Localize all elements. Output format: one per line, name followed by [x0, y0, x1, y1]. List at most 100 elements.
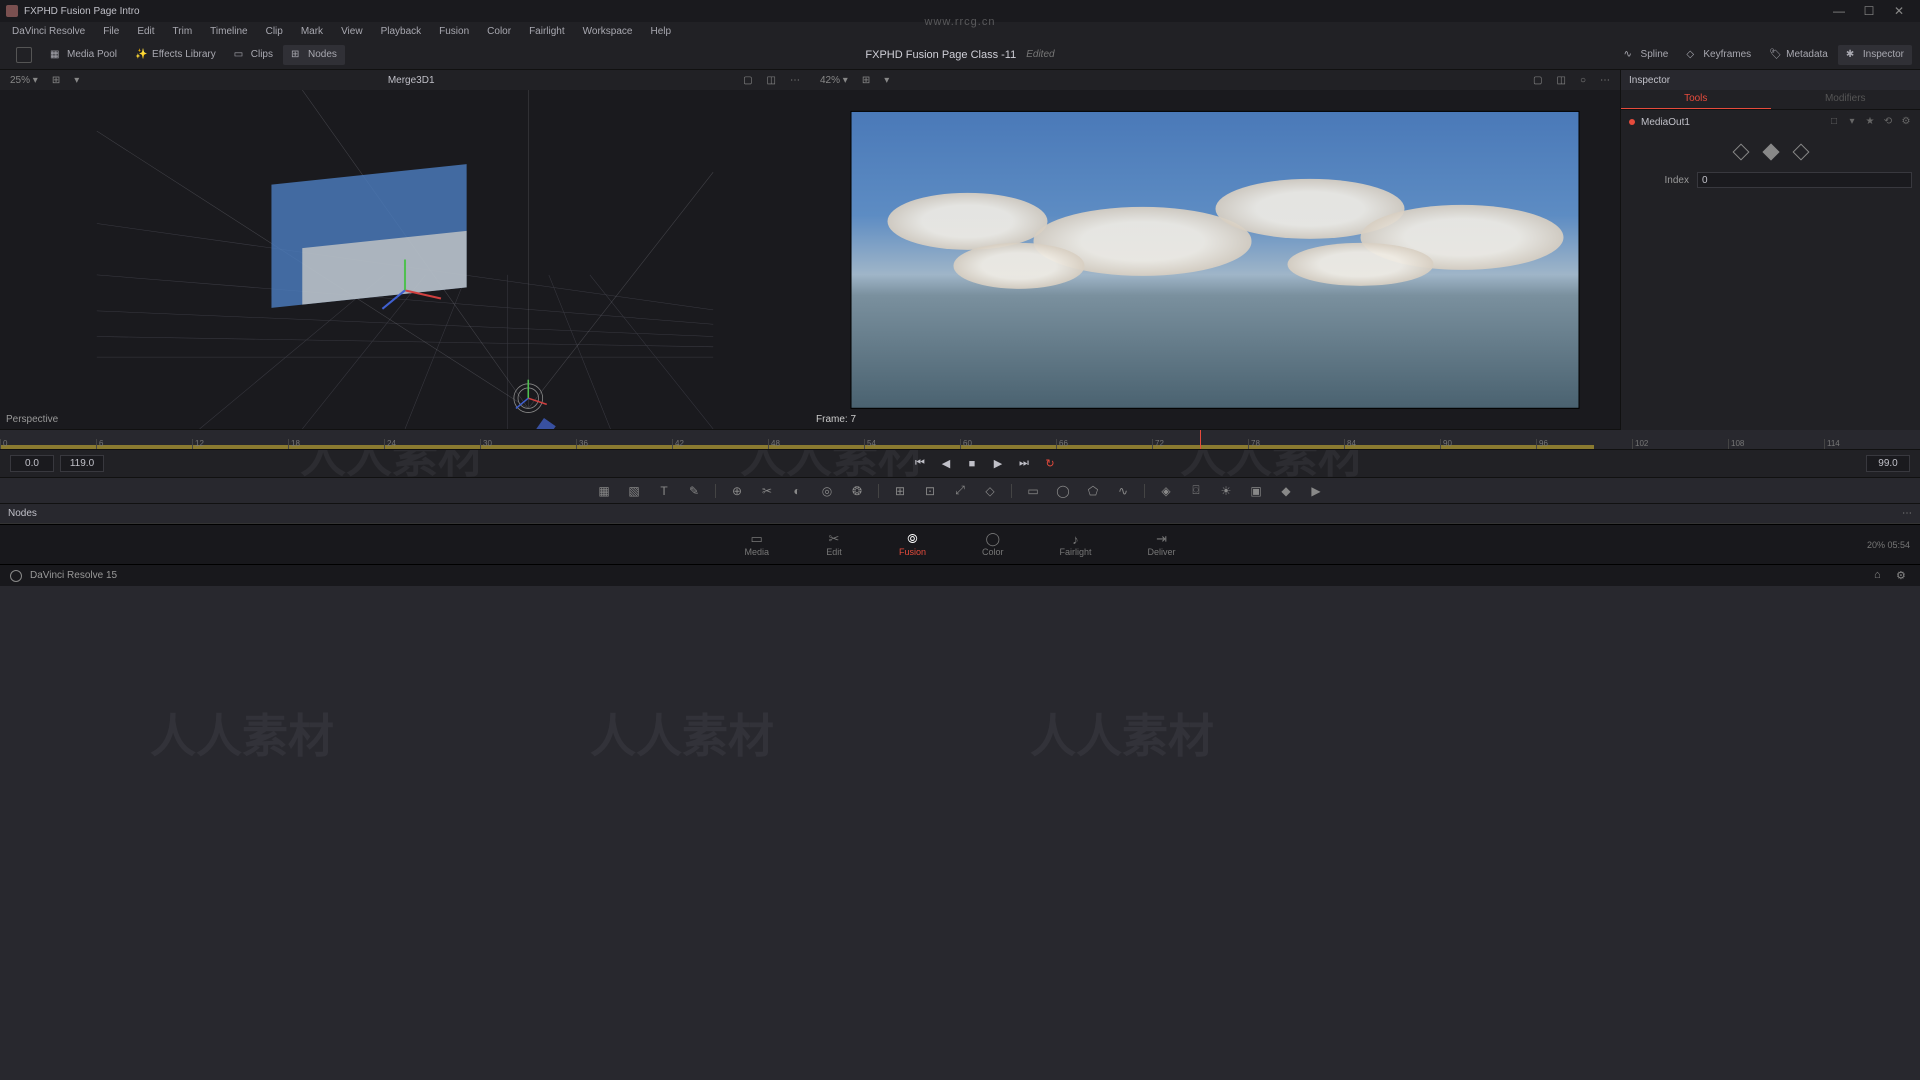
viewer-split-icon[interactable]: ◫ — [763, 75, 780, 86]
viewer-fit-icon[interactable]: ⊞ — [48, 75, 64, 86]
page-tab-deliver[interactable]: ⇥Deliver — [1140, 530, 1184, 559]
inspector-tab-tools[interactable]: Tools — [1621, 90, 1771, 109]
tool-image3d-icon[interactable]: ▣ — [1247, 482, 1265, 500]
viewer-right-body[interactable]: Frame: 7 — [810, 90, 1620, 429]
tool-3d-icon[interactable]: ◈ — [1157, 482, 1175, 500]
inspector-tabs: Tools Modifiers — [1621, 90, 1920, 110]
viewer-fit-icon[interactable]: ⊞ — [858, 75, 874, 86]
menu-trim[interactable]: Trim — [165, 26, 201, 37]
viewer-menu-icon[interactable]: ⋯ — [1596, 75, 1614, 86]
tool-camera-icon[interactable]: ⌼ — [1187, 482, 1205, 500]
viewer-menu-icon[interactable]: ⋯ — [786, 75, 804, 86]
inspector-reset-icon[interactable]: ⟲ — [1882, 116, 1894, 128]
inspector-node-header[interactable]: MediaOut1 □ ▾ ★ ⟲ ⚙ — [1621, 110, 1920, 134]
page-tab-edit[interactable]: ✂Edit — [817, 530, 851, 559]
viewer-snapshot-icon[interactable]: ▢ — [739, 75, 756, 86]
tool-rect-icon[interactable]: ▭ — [1024, 482, 1042, 500]
clips-button[interactable]: ▭Clips — [226, 45, 281, 65]
effects-button[interactable]: ✨Effects Library — [127, 45, 224, 65]
menu-edit[interactable]: Edit — [129, 26, 162, 37]
node-enable-dot-icon[interactable] — [1629, 119, 1635, 125]
page-tab-media[interactable]: ▭Media — [736, 530, 777, 559]
transport-play-icon[interactable]: ▶ — [990, 456, 1006, 472]
transport-stop-icon[interactable]: ■ — [964, 456, 980, 472]
tool-color-icon[interactable]: ◎ — [818, 482, 836, 500]
tool-bspline-icon[interactable]: ∿ — [1114, 482, 1132, 500]
tool-text-icon[interactable]: T — [655, 482, 673, 500]
viewer-left-body[interactable]: Perspective — [0, 90, 810, 429]
mediapool-button[interactable]: ▦Media Pool — [42, 45, 125, 65]
inspector-pin-icon[interactable]: ★ — [1864, 116, 1876, 128]
tool-ellipse-icon[interactable]: ◯ — [1054, 482, 1072, 500]
range-in-field[interactable] — [10, 455, 54, 472]
tool-crop-icon[interactable]: ◇ — [981, 482, 999, 500]
viewer-option-icon[interactable]: ▾ — [880, 75, 893, 86]
tool-resize-icon[interactable]: ⤢ — [951, 482, 969, 500]
nodegraph-options-icon[interactable]: ⋯ — [1902, 508, 1912, 519]
nodes-button[interactable]: ⊞Nodes — [283, 45, 345, 65]
transport-loop-icon[interactable]: ↻ — [1042, 456, 1058, 472]
clips-icon: ▭ — [234, 49, 246, 61]
tool-brush-icon[interactable]: ✎ — [685, 482, 703, 500]
inspector-settings-icon[interactable]: ⚙ — [1900, 116, 1912, 128]
menu-clip[interactable]: Clip — [258, 26, 291, 37]
menu-workspace[interactable]: Workspace — [575, 26, 641, 37]
transport-next-icon[interactable]: ⏭ — [1016, 456, 1032, 472]
metadata-button[interactable]: 🏷Metadata — [1761, 45, 1836, 65]
home-icon[interactable]: ⌂ — [1874, 569, 1888, 583]
menu-playback[interactable]: Playback — [373, 26, 430, 37]
tool-merge-icon[interactable]: ⊞ — [891, 482, 909, 500]
inspector-view2-icon[interactable]: ▾ — [1846, 116, 1858, 128]
viewer-zoom-select[interactable]: 42% ▾ — [816, 75, 852, 86]
range-out-field[interactable] — [60, 455, 104, 472]
viewer-color-icon[interactable]: ○ — [1576, 75, 1590, 86]
record-button[interactable] — [8, 43, 40, 67]
transport-first-icon[interactable]: ⏮ — [912, 456, 928, 472]
index-field[interactable] — [1697, 172, 1912, 188]
page-tab-fusion[interactable]: ⦾Fusion — [891, 530, 934, 559]
keyframe-prev-icon[interactable] — [1732, 144, 1749, 161]
window-close-button[interactable]: ✕ — [1884, 4, 1914, 18]
viewer-snapshot-icon[interactable]: ▢ — [1529, 75, 1546, 86]
menu-mark[interactable]: Mark — [293, 26, 331, 37]
menu-file[interactable]: File — [95, 26, 127, 37]
tool-blur-icon[interactable]: ◐ — [788, 482, 806, 500]
inspector-button[interactable]: ✱Inspector — [1838, 45, 1912, 65]
current-frame-field[interactable] — [1866, 455, 1910, 472]
fairlight-icon: ♪ — [1067, 532, 1085, 546]
menu-timeline[interactable]: Timeline — [202, 26, 255, 37]
window-minimize-button[interactable]: — — [1824, 4, 1854, 18]
page-tab-color[interactable]: ◯Color — [974, 530, 1012, 559]
viewer-option-icon[interactable]: ▾ — [70, 75, 83, 86]
tool-glow-icon[interactable]: ❂ — [848, 482, 866, 500]
tool-mask-icon[interactable]: ✂ — [758, 482, 776, 500]
viewer-roi-icon[interactable]: ◫ — [1553, 75, 1570, 86]
inspector-tab-modifiers[interactable]: Modifiers — [1771, 90, 1920, 109]
keyframe-next-icon[interactable] — [1792, 144, 1809, 161]
timeline-ruler[interactable]: 0612182430364248546066727884909610210811… — [0, 430, 1920, 450]
ruler-tick: 6 — [96, 439, 103, 449]
menu-fairlight[interactable]: Fairlight — [521, 26, 573, 37]
menu-help[interactable]: Help — [642, 26, 679, 37]
menu-view[interactable]: View — [333, 26, 371, 37]
tool-tracker-icon[interactable]: ⊕ — [728, 482, 746, 500]
viewer-zoom-select[interactable]: 25% ▾ — [6, 75, 42, 86]
tool-background-icon[interactable]: ▦ — [595, 482, 613, 500]
transport-prev-icon[interactable]: ◀ — [938, 456, 954, 472]
tool-polygon-icon[interactable]: ⬠ — [1084, 482, 1102, 500]
tool-render3d-icon[interactable]: ▶ — [1307, 482, 1325, 500]
keyframe-set-icon[interactable] — [1762, 144, 1779, 161]
tool-paint-icon[interactable]: ▧ — [625, 482, 643, 500]
menu-davinci-resolve[interactable]: DaVinci Resolve — [4, 26, 93, 37]
inspector-view1-icon[interactable]: □ — [1828, 116, 1840, 128]
tool-shape3d-icon[interactable]: ◆ — [1277, 482, 1295, 500]
menu-fusion[interactable]: Fusion — [431, 26, 477, 37]
tool-light-icon[interactable]: ☀ — [1217, 482, 1235, 500]
settings-icon[interactable]: ⚙ — [1896, 569, 1910, 583]
keyframes-button[interactable]: ◇Keyframes — [1678, 45, 1759, 65]
menu-color[interactable]: Color — [479, 26, 519, 37]
window-maximize-button[interactable]: ☐ — [1854, 4, 1884, 18]
page-tab-fairlight[interactable]: ♪Fairlight — [1052, 530, 1100, 559]
tool-transform-icon[interactable]: ⊡ — [921, 482, 939, 500]
spline-button[interactable]: ∿Spline — [1616, 45, 1677, 65]
